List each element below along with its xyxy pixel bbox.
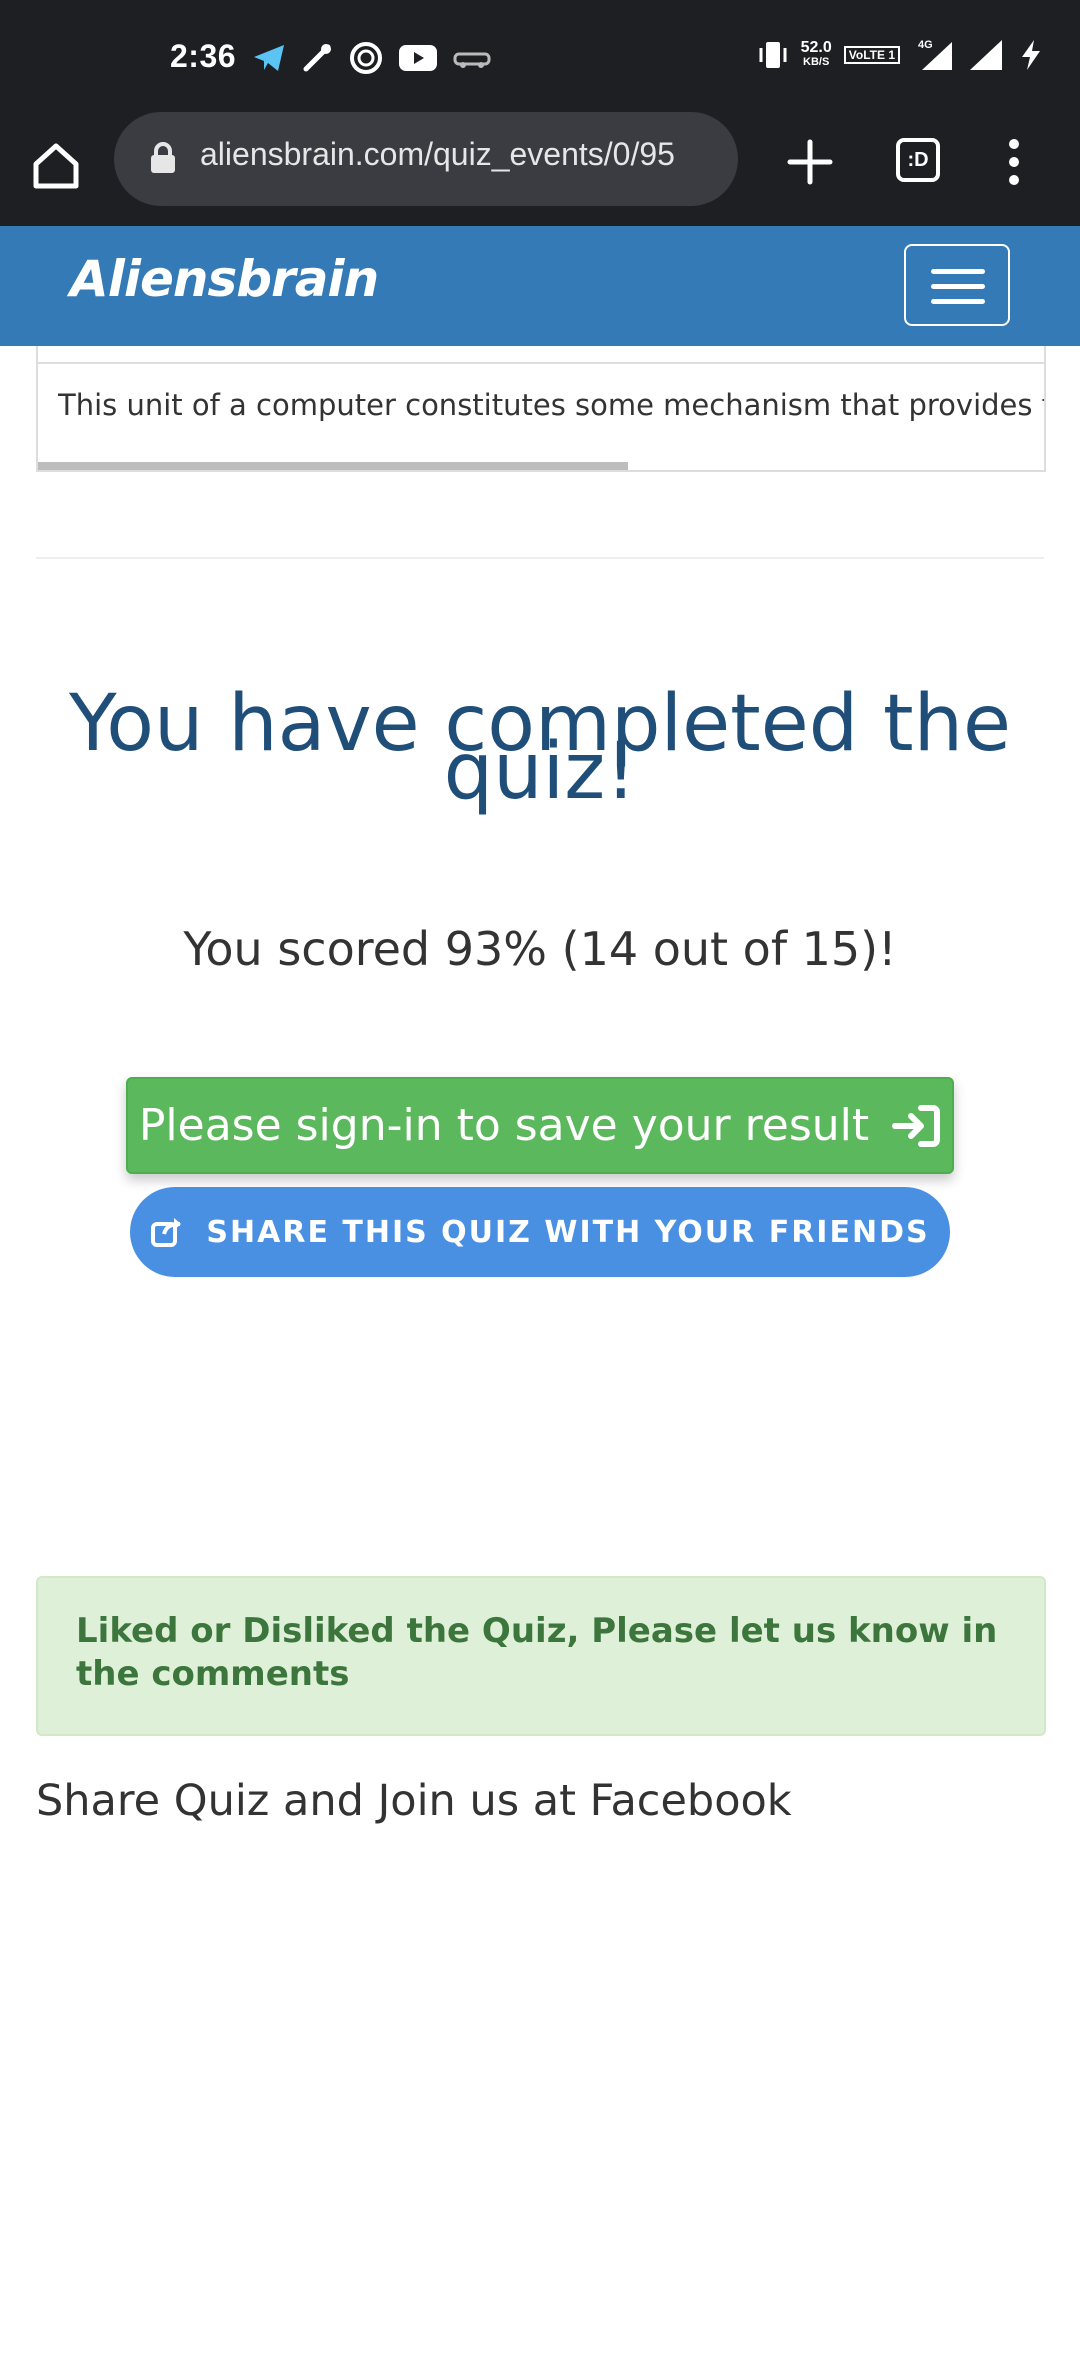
- more-vertical-icon[interactable]: [1000, 136, 1028, 188]
- notification-icons: [252, 40, 492, 76]
- charging-icon: [1022, 40, 1040, 70]
- table-cell: This unit of a computer constitutes some…: [58, 388, 1046, 422]
- feedback-alert: Liked or Disliked the Quiz, Please let u…: [36, 1576, 1046, 1736]
- volte-badge: VoLTE 1: [843, 46, 900, 64]
- table-divider: [38, 362, 1044, 364]
- speed-value: 52.0: [800, 39, 832, 56]
- sign-in-icon: [892, 1104, 941, 1147]
- share-quiz-button[interactable]: SHARE THIS QUIZ WITH YOUR FRIENDS: [130, 1187, 950, 1277]
- menu-bar-icon: [931, 284, 985, 289]
- plus-icon[interactable]: [786, 138, 834, 186]
- sign-in-button[interactable]: Please sign-in to save your result: [126, 1077, 954, 1174]
- status-time: 2:36: [170, 38, 237, 74]
- site-navbar: Aliensbrain: [0, 226, 1080, 346]
- home-icon[interactable]: [28, 138, 84, 194]
- site-logo[interactable]: Aliensbrain: [70, 250, 379, 308]
- system-icons: 52.0 KB/S VoLTE 1 4G: [757, 38, 1046, 72]
- signal-icon: [970, 40, 1002, 70]
- status-bar: 2:36 52.0 KB/S VoLTE 1 4G: [0, 0, 1080, 120]
- horizontal-scrollbar[interactable]: [38, 462, 628, 470]
- share-label: SHARE THIS QUIZ WITH YOUR FRIENDS: [206, 1214, 930, 1250]
- share-icon: [151, 1218, 182, 1247]
- score-text: You scored 93% (14 out of 15)!: [183, 922, 897, 976]
- speed-unit: KB/S: [803, 56, 830, 68]
- url-text: aliensbrain.com/quiz_events/0/95: [200, 136, 675, 172]
- completion-heading: You have completed the quiz!: [60, 685, 1020, 811]
- satellite-icon: [303, 44, 331, 72]
- network-speed: 52.0 KB/S: [801, 40, 832, 70]
- facebook-heading: Share Quiz and Join us at Facebook: [36, 1776, 792, 1826]
- sign-in-label: Please sign-in to save your result: [138, 1100, 870, 1151]
- svg-text:4G: 4G: [918, 39, 933, 51]
- hamburger-menu-button[interactable]: [904, 244, 1010, 326]
- feedback-alert-text: Liked or Disliked the Quiz, Please let u…: [76, 1611, 998, 1694]
- tab-switcher-button[interactable]: :D: [896, 138, 940, 182]
- menu-bar-icon: [931, 299, 985, 304]
- menu-bar-icon: [931, 269, 985, 274]
- signal-icon: 4G: [918, 39, 952, 70]
- youtube-icon: [399, 45, 437, 71]
- swirl-icon: [350, 42, 382, 74]
- address-bar[interactable]: aliensbrain.com/quiz_events/0/95: [114, 112, 738, 206]
- car-icon: [453, 52, 491, 68]
- telegram-icon: [254, 45, 284, 71]
- question-table: This unit of a computer constitutes some…: [36, 346, 1046, 472]
- vibrate-icon: [759, 42, 787, 68]
- lock-icon: [151, 142, 175, 173]
- divider: [36, 557, 1044, 559]
